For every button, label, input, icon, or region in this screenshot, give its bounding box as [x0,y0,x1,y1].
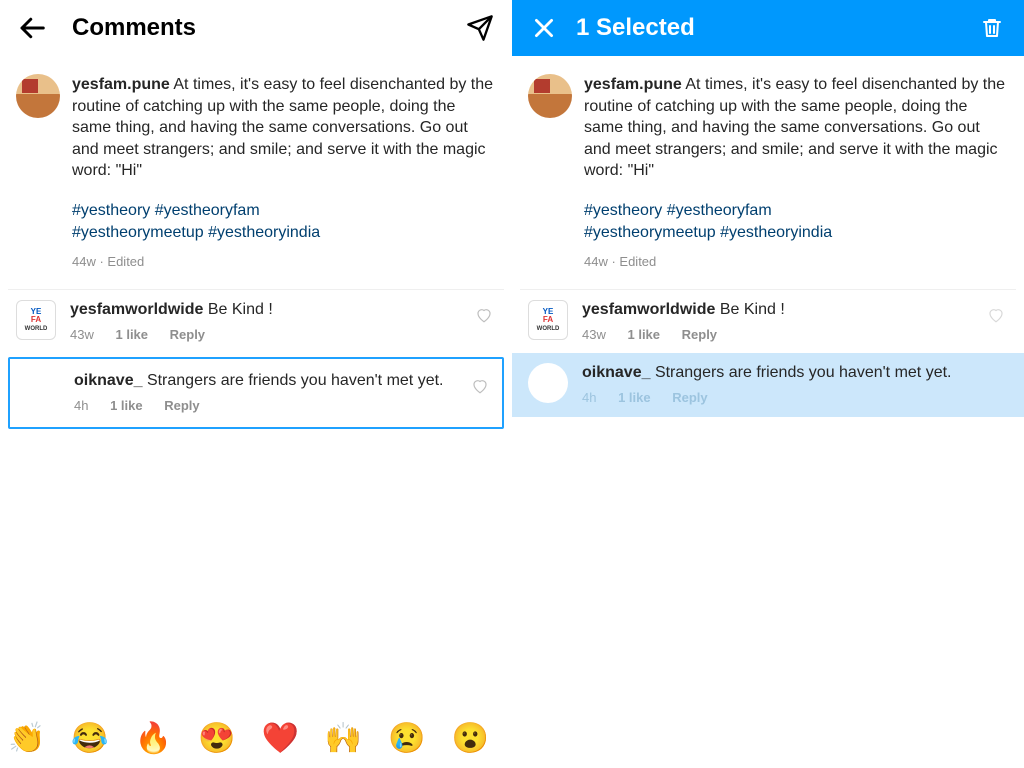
comment-meta: 4h 1 like Reply [582,390,978,407]
page-title: Comments [48,14,464,42]
comment-text: Be Kind ! [208,301,273,318]
comment-likes[interactable]: 1 like [115,327,148,342]
emoji-raised[interactable]: 🙌 [325,721,362,756]
author-handle[interactable]: yesfam.pune [72,76,170,93]
post-caption: yesfam.pune At times, it's easy to feel … [0,56,512,281]
hashtags[interactable]: #yestheory #yestheoryfam #yestheorymeetu… [584,200,1008,243]
comment-age: 4h [74,398,88,413]
emoji-cry[interactable]: 😢 [388,721,425,756]
trash-icon[interactable] [976,12,1008,44]
comment-reply[interactable]: Reply [170,327,205,342]
commenter-handle[interactable]: oiknave_ [74,372,142,389]
comment-likes[interactable]: 1 like [627,327,660,342]
comment-reply[interactable]: Reply [682,327,717,342]
comment-row[interactable]: YEFAWORLD yesfamworldwide Be Kind ! 43w … [512,290,1024,354]
like-heart-icon[interactable] [984,306,1008,324]
phone-right: 1 Selected yesfam.pune At times, it's ea… [512,0,1024,768]
comment-row-selected[interactable]: oiknave_ Strangers are friends you haven… [512,353,1024,417]
comment-text: Strangers are friends you haven't met ye… [655,364,952,381]
like-heart-icon[interactable] [984,369,1008,387]
hashtag-line[interactable]: #yestheorymeetup #yestheoryindia [584,222,1008,244]
commenter-avatar[interactable] [20,371,60,411]
commenter-avatar[interactable]: YEFAWORLD [16,300,56,340]
emoji-joy[interactable]: 😂 [71,721,108,756]
hashtags[interactable]: #yestheory #yestheoryfam #yestheorymeetu… [72,200,496,243]
close-icon[interactable] [528,12,560,44]
commenter-avatar[interactable]: YEFAWORLD [528,300,568,340]
comment-text: Strangers are friends you haven't met ye… [147,372,444,389]
comment-reply[interactable]: Reply [164,398,199,413]
author-handle[interactable]: yesfam.pune [584,76,682,93]
commenter-handle[interactable]: yesfamworldwide [582,301,715,318]
comment-meta: 4h 1 like Reply [74,398,462,415]
selection-title: 1 Selected [560,14,976,42]
comment-row[interactable]: YEFAWORLD yesfamworldwide Be Kind ! 43w … [0,290,512,354]
send-icon[interactable] [464,12,496,44]
comment-meta: 43w 1 like Reply [582,327,978,344]
topbar-selection: 1 Selected [512,0,1024,56]
emoji-fire[interactable]: 🔥 [135,721,172,756]
topbar-comments: Comments [0,0,512,56]
author-avatar[interactable] [528,74,572,118]
comment-row-highlighted[interactable]: oiknave_ Strangers are friends you haven… [8,357,504,429]
emoji-hearteyes[interactable]: 😍 [198,721,235,756]
emoji-quickbar: 👏 😂 🔥 😍 ❤️ 🙌 😢 😮 [0,708,512,768]
commenter-handle[interactable]: yesfamworldwide [70,301,203,318]
comment-likes[interactable]: 1 like [618,390,651,405]
caption-meta: 44w · Edited [584,253,1008,271]
back-arrow-icon[interactable] [16,12,48,44]
like-heart-icon[interactable] [468,377,492,395]
emoji-heart[interactable]: ❤️ [261,721,298,756]
comment-likes[interactable]: 1 like [110,398,143,413]
comment-meta: 43w 1 like Reply [70,327,466,344]
like-heart-icon[interactable] [472,306,496,324]
commenter-handle[interactable]: oiknave_ [582,364,650,381]
hashtag-line[interactable]: #yestheorymeetup #yestheoryindia [72,222,496,244]
comment-age: 43w [70,327,94,342]
emoji-wow[interactable]: 😮 [452,721,489,756]
post-caption: yesfam.pune At times, it's easy to feel … [512,56,1024,281]
emoji-clap[interactable]: 👏 [8,721,45,756]
comment-age: 4h [582,390,596,405]
comment-reply[interactable]: Reply [672,390,707,405]
author-avatar[interactable] [16,74,60,118]
comment-text: Be Kind ! [720,301,785,318]
hashtag-line[interactable]: #yestheory #yestheoryfam [72,200,496,222]
hashtag-line[interactable]: #yestheory #yestheoryfam [584,200,1008,222]
commenter-avatar[interactable] [528,363,568,403]
phone-left: Comments yesfam.pune At times, it's easy… [0,0,512,768]
caption-meta: 44w · Edited [72,253,496,271]
comment-age: 43w [582,327,606,342]
